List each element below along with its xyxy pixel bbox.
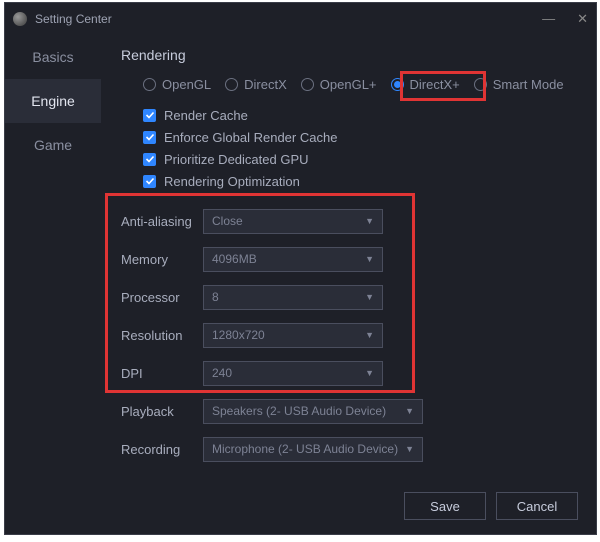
window-body: Basics Engine Game Rendering OpenGL Dire… — [5, 35, 596, 534]
sidebar-item-engine[interactable]: Engine — [5, 79, 101, 123]
radio-label: OpenGL — [162, 77, 211, 92]
radio-icon — [143, 78, 156, 91]
window-controls: — ✕ — [542, 11, 588, 27]
select-value: 8 — [212, 290, 219, 304]
chevron-down-icon: ▼ — [405, 444, 414, 454]
radio-label: DirectX — [244, 77, 287, 92]
radio-icon — [225, 78, 238, 91]
radio-label: OpenGL+ — [320, 77, 377, 92]
select-value: Microphone (2- USB Audio Device) — [212, 442, 398, 456]
footer-buttons: Save Cancel — [404, 492, 578, 520]
chevron-down-icon: ▼ — [365, 368, 374, 378]
checkbox-label: Prioritize Dedicated GPU — [164, 152, 309, 167]
close-icon[interactable]: ✕ — [577, 11, 588, 27]
label-memory: Memory — [121, 252, 203, 267]
sidebar-item-label: Basics — [32, 49, 73, 65]
radio-directx-plus[interactable]: DirectX+ — [391, 77, 460, 92]
chevron-down-icon: ▼ — [405, 406, 414, 416]
row-recording: Recording Microphone (2- USB Audio Devic… — [121, 430, 576, 468]
checkbox-dedicated-gpu[interactable]: Prioritize Dedicated GPU — [143, 148, 576, 170]
chevron-down-icon: ▼ — [365, 330, 374, 340]
radio-smart-mode[interactable]: Smart Mode — [474, 77, 564, 92]
checkbox-label: Rendering Optimization — [164, 174, 300, 189]
select-value: 240 — [212, 366, 232, 380]
checkmark-icon — [143, 153, 156, 166]
checkmark-icon — [143, 109, 156, 122]
radio-icon — [474, 78, 487, 91]
select-processor[interactable]: 8 ▼ — [203, 285, 383, 310]
checkmark-icon — [143, 175, 156, 188]
settings-window: Setting Center — ✕ Basics Engine Game Re… — [4, 2, 597, 535]
window-title: Setting Center — [35, 12, 112, 26]
content-panel: Rendering OpenGL DirectX OpenGL+ DirectX… — [101, 35, 596, 534]
checkbox-label: Render Cache — [164, 108, 248, 123]
select-playback[interactable]: Speakers (2- USB Audio Device) ▼ — [203, 399, 423, 424]
row-memory: Memory 4096MB ▼ — [121, 240, 576, 278]
select-memory[interactable]: 4096MB ▼ — [203, 247, 383, 272]
label-processor: Processor — [121, 290, 203, 305]
minimize-icon[interactable]: — — [542, 11, 555, 27]
radio-icon — [391, 78, 404, 91]
label-playback: Playback — [121, 404, 203, 419]
radio-label: DirectX+ — [410, 77, 460, 92]
checkbox-rendering-optimization[interactable]: Rendering Optimization — [143, 170, 576, 192]
renderer-radio-group: OpenGL DirectX OpenGL+ DirectX+ Smart Mo… — [143, 77, 576, 92]
sidebar-item-label: Game — [34, 137, 72, 153]
section-title: Rendering — [121, 47, 576, 63]
radio-icon — [301, 78, 314, 91]
select-value: Close — [212, 214, 243, 228]
label-recording: Recording — [121, 442, 203, 457]
label-resolution: Resolution — [121, 328, 203, 343]
sidebar-item-basics[interactable]: Basics — [5, 35, 101, 79]
sidebar: Basics Engine Game — [5, 35, 101, 534]
titlebar: Setting Center — ✕ — [5, 3, 596, 35]
app-icon — [13, 12, 27, 26]
checkmark-icon — [143, 131, 156, 144]
row-processor: Processor 8 ▼ — [121, 278, 576, 316]
row-dpi: DPI 240 ▼ — [121, 354, 576, 392]
radio-opengl-plus[interactable]: OpenGL+ — [301, 77, 377, 92]
save-button[interactable]: Save — [404, 492, 486, 520]
select-antialias[interactable]: Close ▼ — [203, 209, 383, 234]
checkbox-enforce-global-cache[interactable]: Enforce Global Render Cache — [143, 126, 576, 148]
sidebar-item-game[interactable]: Game — [5, 123, 101, 167]
chevron-down-icon: ▼ — [365, 216, 374, 226]
row-resolution: Resolution 1280x720 ▼ — [121, 316, 576, 354]
checkbox-render-cache[interactable]: Render Cache — [143, 104, 576, 126]
radio-label: Smart Mode — [493, 77, 564, 92]
select-recording[interactable]: Microphone (2- USB Audio Device) ▼ — [203, 437, 423, 462]
sidebar-item-label: Engine — [31, 93, 75, 109]
row-antialias: Anti-aliasing Close ▼ — [121, 202, 576, 240]
label-antialias: Anti-aliasing — [121, 214, 203, 229]
button-label: Cancel — [517, 499, 557, 514]
select-dpi[interactable]: 240 ▼ — [203, 361, 383, 386]
checkbox-list: Render Cache Enforce Global Render Cache… — [143, 104, 576, 192]
radio-directx[interactable]: DirectX — [225, 77, 287, 92]
button-label: Save — [430, 499, 460, 514]
select-value: 1280x720 — [212, 328, 265, 342]
select-value: 4096MB — [212, 252, 257, 266]
checkbox-label: Enforce Global Render Cache — [164, 130, 337, 145]
label-dpi: DPI — [121, 366, 203, 381]
select-resolution[interactable]: 1280x720 ▼ — [203, 323, 383, 348]
row-playback: Playback Speakers (2- USB Audio Device) … — [121, 392, 576, 430]
radio-opengl[interactable]: OpenGL — [143, 77, 211, 92]
chevron-down-icon: ▼ — [365, 254, 374, 264]
cancel-button[interactable]: Cancel — [496, 492, 578, 520]
chevron-down-icon: ▼ — [365, 292, 374, 302]
select-value: Speakers (2- USB Audio Device) — [212, 404, 386, 418]
